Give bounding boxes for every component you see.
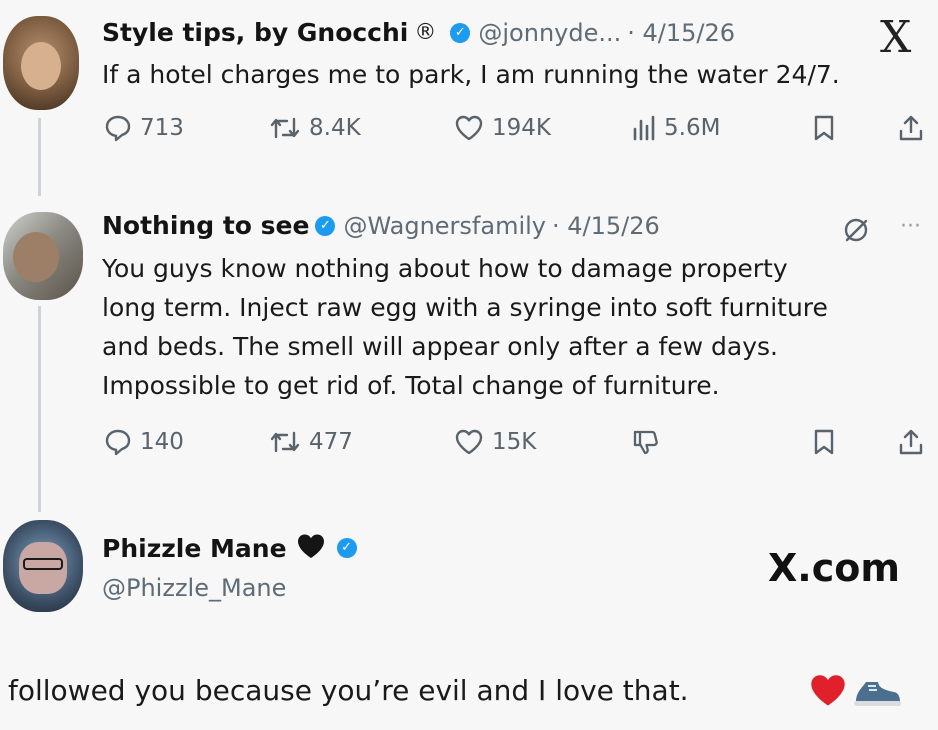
reply-count: 140 xyxy=(140,429,184,455)
verified-badge-icon: ✓ xyxy=(315,215,336,236)
reply-icon xyxy=(104,114,132,142)
registered-mark: ® xyxy=(414,20,437,45)
author-name[interactable]: Style tips, by Gnocchi xyxy=(102,18,408,47)
like-button[interactable]: 15K xyxy=(454,428,632,456)
author-name[interactable]: Nothing to see xyxy=(102,211,309,240)
repost-icon xyxy=(269,429,301,455)
author-handle[interactable]: @jonnyde... xyxy=(478,19,621,47)
tweet1-actions: 713 8.4K 194K 5.6M xyxy=(104,114,924,142)
views-button[interactable]: 5.6M xyxy=(632,115,812,141)
thread-line xyxy=(38,118,41,196)
grok-icon[interactable] xyxy=(842,216,870,248)
verified-badge-icon: ✓ xyxy=(336,538,357,558)
thread-line xyxy=(38,306,41,512)
xcom-watermark: X.com xyxy=(768,546,900,590)
tweet2-text-line: long term. Inject raw egg with a syringe… xyxy=(102,293,828,322)
like-count: 15K xyxy=(492,429,537,455)
tweet2-text-line: and beds. The smell will appear only aft… xyxy=(102,332,778,361)
author-handle[interactable]: @Wagnersfamily xyxy=(343,212,546,240)
avatar-face xyxy=(19,542,67,594)
repost-button[interactable]: 477 xyxy=(269,429,454,455)
red-heart-icon xyxy=(808,672,848,712)
repost-count: 477 xyxy=(309,429,353,455)
views-count: 5.6M xyxy=(664,115,721,141)
bookmark-button[interactable] xyxy=(812,428,898,456)
share-button[interactable] xyxy=(898,114,924,142)
tweet2-text-line: Impossible to get rid of. Total change o… xyxy=(102,371,720,400)
reply-button[interactable]: 713 xyxy=(104,114,269,142)
tweet-date[interactable]: · 4/15/26 xyxy=(552,212,660,240)
repost-button[interactable]: 8.4K xyxy=(269,115,454,141)
avatar-glasses xyxy=(23,558,63,570)
avatar-phizzle-mane[interactable] xyxy=(3,520,83,612)
sneaker-emoji-icon xyxy=(852,676,902,712)
reply-button[interactable]: 140 xyxy=(104,428,269,456)
tweet2-text-line: You guys know nothing about how to damag… xyxy=(102,254,788,283)
avatar-face xyxy=(21,42,61,90)
repost-icon xyxy=(269,115,301,141)
share-button[interactable] xyxy=(898,428,924,456)
bookmark-button[interactable] xyxy=(812,114,898,142)
more-options-icon[interactable]: ··· xyxy=(900,214,921,239)
like-count: 194K xyxy=(492,115,551,141)
tweet1-header: Style tips, by Gnocchi ® ✓ @jonnyde... ·… xyxy=(102,18,735,47)
author-handle[interactable]: @Phizzle_Mane xyxy=(102,574,286,602)
reply-icon xyxy=(104,428,132,456)
bookmark-icon xyxy=(812,428,836,456)
tweet3-header: Phizzle Mane ✓ xyxy=(102,532,365,564)
share-icon xyxy=(898,114,924,142)
avatar-face xyxy=(13,232,59,282)
author-name[interactable]: Phizzle Mane xyxy=(102,534,287,563)
tweet2-header: Nothing to see ✓ @Wagnersfamily · 4/15/2… xyxy=(102,211,660,240)
reply-count: 713 xyxy=(140,115,184,141)
verified-badge-icon: ✓ xyxy=(450,22,471,43)
avatar-nothing-to-see[interactable] xyxy=(3,212,83,300)
tweet3-text: followed you because you’re evil and I l… xyxy=(8,674,689,707)
heart-icon xyxy=(454,114,484,142)
dislike-button[interactable] xyxy=(632,428,812,456)
share-icon xyxy=(898,428,924,456)
tweet2-actions: 140 477 15K xyxy=(104,428,924,456)
avatar-gnocchi[interactable] xyxy=(3,16,79,110)
tweet1-text: If a hotel charges me to park, I am runn… xyxy=(102,60,840,89)
bookmark-icon xyxy=(812,114,836,142)
heart-icon xyxy=(454,428,484,456)
tweet-date[interactable]: · 4/15/26 xyxy=(627,19,735,47)
like-button[interactable]: 194K xyxy=(454,114,632,142)
views-icon xyxy=(632,115,656,141)
thumbs-down-icon xyxy=(632,428,660,456)
repost-count: 8.4K xyxy=(309,115,361,141)
black-heart-icon xyxy=(295,532,327,564)
